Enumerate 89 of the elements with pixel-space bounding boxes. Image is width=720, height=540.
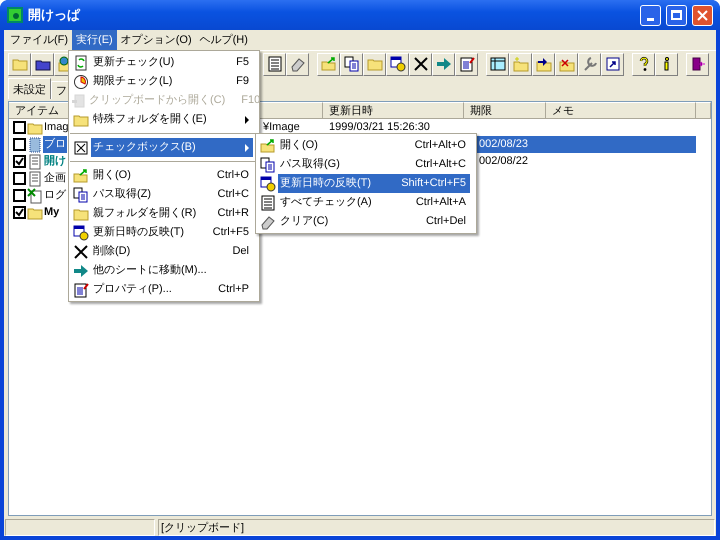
table-icon xyxy=(260,194,276,210)
properties-icon xyxy=(73,282,89,298)
status-panel: [クリップボード] xyxy=(158,519,715,536)
toolbar-button[interactable] xyxy=(655,52,678,76)
table-cell-text: Imag xyxy=(43,120,70,136)
tab[interactable]: 未設定 xyxy=(8,78,51,99)
menu-item[interactable]: プロパティ(P)... Ctrl+P xyxy=(69,280,259,299)
table-cell-text: ログ xyxy=(43,188,67,204)
copy-icon xyxy=(260,156,276,172)
properties-icon xyxy=(458,56,474,72)
calendar-icon xyxy=(390,56,406,72)
menu-item[interactable]: 他のシートに移動(M)... xyxy=(69,261,259,280)
column-header[interactable]: メモ xyxy=(546,102,696,119)
window-title: 開けっぱ xyxy=(28,6,82,24)
delete-icon xyxy=(73,244,89,260)
menu-item[interactable]: 期限チェック(L) F9 xyxy=(69,72,259,91)
clipboard-icon xyxy=(71,92,87,108)
checkbox[interactable] xyxy=(13,155,26,168)
table-cell-text: 企画 xyxy=(43,171,67,186)
folder-icon xyxy=(260,138,276,154)
minimize-button[interactable] xyxy=(640,4,661,26)
exit-door-icon xyxy=(690,56,706,72)
arrow-icon xyxy=(73,262,89,278)
toolbar-button[interactable] xyxy=(532,52,555,76)
table-cell: ブロ xyxy=(43,136,67,153)
toolbar-button[interactable] xyxy=(486,52,509,76)
toolbar-button[interactable] xyxy=(340,52,363,76)
menu-item[interactable]: 更新日時の反映(T) Ctrl+F5 xyxy=(69,223,259,242)
menu-bar-item[interactable]: オプション(O) xyxy=(116,30,196,50)
folder-icon xyxy=(320,56,336,72)
document-icon xyxy=(27,154,43,170)
toolbar-button[interactable] xyxy=(31,52,54,76)
checkbox[interactable] xyxy=(13,189,26,202)
column-header[interactable]: 更新日時 xyxy=(323,102,464,119)
arrow-icon xyxy=(436,56,452,72)
copy-icon xyxy=(344,56,360,72)
menu-item[interactable]: 特殊フォルダを開く(E) xyxy=(69,110,259,129)
toolbar-button[interactable] xyxy=(386,52,409,76)
app-icon xyxy=(7,7,23,23)
close-button[interactable] xyxy=(692,4,713,26)
toolbar-button[interactable] xyxy=(455,52,478,76)
refresh-icon xyxy=(73,54,89,70)
delete-icon xyxy=(412,56,428,72)
shortcut-icon xyxy=(604,56,620,72)
menu-item[interactable]: パス取得(Z) Ctrl+C xyxy=(69,185,259,204)
wrench-icon xyxy=(582,56,598,72)
menu-item[interactable]: 削除(D) Del xyxy=(69,242,259,261)
folder-icon xyxy=(536,56,552,72)
menu-item[interactable]: 親フォルダを開く(R) Ctrl+R xyxy=(69,204,259,223)
document-icon xyxy=(27,136,43,152)
eraser-icon xyxy=(260,214,276,230)
eraser-icon xyxy=(290,56,306,72)
column-header[interactable]: 期限 xyxy=(464,102,546,119)
close-icon xyxy=(697,10,708,20)
menu-item[interactable]: 開く(O) Ctrl+O xyxy=(69,166,259,185)
toolbar-button[interactable] xyxy=(263,52,286,76)
copy-icon xyxy=(73,186,89,202)
menu-item[interactable]: すべてチェック(A) Ctrl+Alt+A xyxy=(256,193,476,212)
toolbar-button[interactable] xyxy=(409,52,432,76)
clock-icon xyxy=(73,74,89,90)
folder-icon xyxy=(73,168,89,184)
menu-bar-item[interactable]: 実行(E) xyxy=(72,30,117,50)
maximize-button[interactable] xyxy=(666,4,687,26)
table-cell-text: My xyxy=(43,205,60,220)
spreadsheet-icon xyxy=(27,188,43,204)
grid-icon xyxy=(490,56,506,72)
menu-item[interactable]: パス取得(G) Ctrl+Alt+C xyxy=(256,155,476,174)
toolbar-button[interactable] xyxy=(601,52,624,76)
checkbox[interactable] xyxy=(13,172,26,185)
table-cell-text: 開け xyxy=(43,154,67,170)
menu-bar-item[interactable]: ファイル(F) xyxy=(6,30,72,50)
calendar-icon xyxy=(73,224,89,240)
table-cell-text: 1999/03/21 15:26:30 xyxy=(328,120,431,135)
menu-item[interactable]: クリア(C) Ctrl+Del xyxy=(256,212,476,231)
checkbox[interactable] xyxy=(13,121,26,134)
toolbar-button[interactable] xyxy=(686,52,709,76)
table-cell-text: 002/08/22 xyxy=(478,154,529,169)
menu-item[interactable]: 更新チェック(U) F5 xyxy=(69,53,259,72)
list-icon xyxy=(266,56,282,72)
toolbar-button[interactable] xyxy=(632,52,655,76)
checkbox-icon xyxy=(73,140,89,156)
checkbox[interactable] xyxy=(13,138,26,151)
calendar-icon xyxy=(260,176,276,192)
document-icon xyxy=(27,170,43,186)
table-cell-text: ¥Image xyxy=(262,120,301,135)
new-folder-icon xyxy=(512,56,528,72)
checkbox[interactable] xyxy=(13,206,26,219)
menu-bar-item[interactable]: ヘルプ(H) xyxy=(196,30,252,50)
toolbar-button[interactable] xyxy=(286,52,309,76)
